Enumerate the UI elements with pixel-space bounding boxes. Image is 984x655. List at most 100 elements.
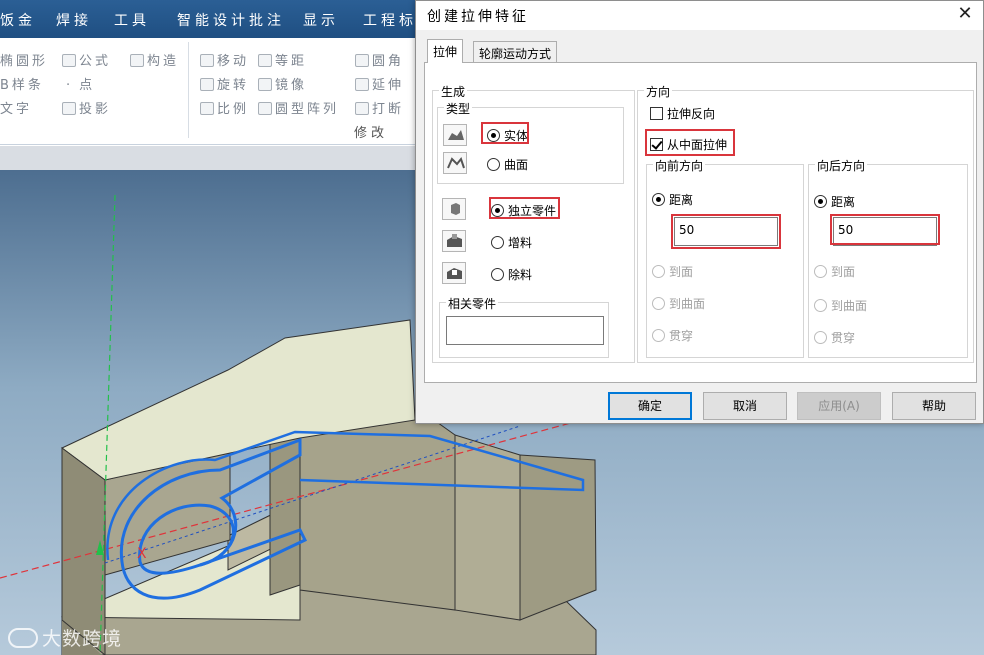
add-material-icon: [442, 230, 466, 252]
project-icon: [62, 102, 76, 115]
group-direction: 方向 拉伸反向 从中面拉伸 向前方向 距离 50 到面 到曲面 贯穿 向后方向 …: [637, 83, 974, 363]
highlight-mid-plane: [645, 129, 735, 156]
extend-icon: [355, 78, 369, 91]
radio-surface-dot[interactable]: [487, 158, 500, 171]
ribbon-offset[interactable]: 等距: [258, 50, 307, 69]
help-button[interactable]: 帮助: [892, 392, 976, 420]
apply-button: 应用(A): [797, 392, 881, 420]
ribbon-project[interactable]: 投影: [62, 98, 111, 117]
radio-add-material-dot[interactable]: [491, 236, 504, 249]
construct-icon: [130, 54, 144, 67]
ribbon-point[interactable]: · 点: [66, 74, 95, 93]
backward-radio-to-plane-label: 到面: [831, 265, 856, 279]
group-type: 类型 实体 曲面: [437, 100, 624, 184]
highlight-solid: [481, 122, 529, 144]
solid-icon: [443, 124, 467, 146]
checkbox-reverse-label: 拉伸反向: [667, 107, 716, 121]
dialog-titlebar[interactable]: 创建拉伸特征 ✕: [416, 1, 983, 30]
part-end-face: [519, 454, 597, 621]
forward-radio-to-plane-dot: [652, 265, 665, 278]
forward-radio-distance-label: 距离: [669, 193, 694, 207]
ribbon-formula[interactable]: 公式: [62, 50, 111, 69]
group-generate: 生成 类型 实体 曲面 独立零件 增料 除料 相关零件: [432, 83, 635, 363]
backward-radio-to-plane: 到面: [814, 263, 855, 280]
dialog-title: 创建拉伸特征: [427, 9, 529, 25]
ribbon-ellipse[interactable]: 椭圆形: [0, 50, 48, 69]
group-forward-title: 向前方向: [653, 157, 706, 174]
forward-radio-to-plane: 到面: [652, 263, 693, 280]
group-related-part-title: 相关零件: [446, 295, 499, 312]
move-icon: [200, 54, 214, 67]
checkbox-reverse-box[interactable]: [650, 107, 663, 120]
ribbon-fillet[interactable]: 圆角: [355, 50, 404, 69]
group-related-part: 相关零件: [439, 295, 609, 358]
radio-add-material[interactable]: 增料: [491, 234, 532, 251]
tab-profile-motion[interactable]: 轮廓运动方式: [473, 41, 558, 63]
ribbon-text[interactable]: 文字: [0, 98, 32, 117]
tab-extrude[interactable]: 拉伸: [427, 39, 464, 63]
menu-smart-annotation[interactable]: 智能设计批注: [177, 10, 285, 30]
ribbon-group-modify-label: 修改: [354, 126, 389, 141]
ribbon-construct[interactable]: 构造: [130, 50, 179, 69]
forward-radio-through-dot: [652, 329, 665, 342]
backward-radio-to-surface-label: 到曲面: [831, 299, 868, 313]
forward-radio-to-surface: 到曲面: [652, 295, 705, 312]
backward-radio-through: 贯穿: [814, 329, 855, 346]
menu-tools[interactable]: 工具: [114, 10, 150, 30]
checkbox-reverse[interactable]: 拉伸反向: [650, 105, 715, 122]
backward-radio-distance[interactable]: 距离: [814, 193, 855, 210]
ribbon-break[interactable]: 打断: [355, 98, 404, 117]
related-part-field[interactable]: [446, 316, 604, 345]
watermark-logo: [8, 628, 38, 648]
backward-radio-distance-label: 距离: [831, 195, 856, 209]
group-direction-title: 方向: [644, 83, 673, 100]
backward-radio-to-surface: 到曲面: [814, 297, 867, 314]
forward-radio-through: 贯穿: [652, 327, 693, 344]
scale-icon: [200, 102, 214, 115]
radio-remove-material[interactable]: 除料: [491, 266, 532, 283]
forward-radio-distance[interactable]: 距离: [652, 191, 693, 208]
radio-remove-material-dot[interactable]: [491, 268, 504, 281]
break-icon: [355, 102, 369, 115]
watermark: 大数跨境: [8, 624, 122, 651]
part-curved-face: [299, 409, 456, 611]
circular-array-icon: [258, 102, 272, 115]
mirror-icon: [258, 78, 272, 91]
backward-radio-through-dot: [814, 331, 827, 344]
forward-radio-through-label: 贯穿: [669, 329, 694, 343]
group-backward-title: 向后方向: [815, 157, 868, 174]
menu-display[interactable]: 显示: [303, 10, 339, 30]
cancel-button[interactable]: 取消: [703, 392, 787, 420]
backward-radio-to-plane-dot: [814, 265, 827, 278]
radio-surface[interactable]: 曲面: [487, 156, 528, 173]
ribbon-circular-array[interactable]: 圆型阵列: [258, 98, 339, 117]
part-right-face: [454, 434, 521, 621]
ribbon-move[interactable]: 移动: [200, 50, 249, 69]
backward-radio-distance-dot[interactable]: [814, 195, 827, 208]
ribbon-extend[interactable]: 延伸: [355, 74, 404, 93]
ribbon-separator: [188, 42, 189, 138]
forward-radio-to-surface-label: 到曲面: [669, 297, 706, 311]
ok-button[interactable]: 确定: [608, 392, 692, 420]
forward-radio-distance-dot[interactable]: [652, 193, 665, 206]
forward-radio-to-surface-dot: [652, 297, 665, 310]
ribbon-rotate[interactable]: 旋转: [200, 74, 249, 93]
tab-pane: 生成 类型 实体 曲面 独立零件 增料 除料 相关零件 方向 拉伸反向 从中面拉…: [424, 62, 977, 383]
remove-material-icon: [442, 262, 466, 284]
highlight-independent-part: [489, 197, 560, 219]
extrude-dialog: 创建拉伸特征 ✕ 拉伸 轮廓运动方式 生成 类型 实体 曲面 独立零件 增料 除…: [415, 0, 984, 424]
ribbon-scale[interactable]: 比例: [200, 98, 249, 117]
axis-x-label: X: [137, 546, 147, 562]
menu-sheetmetal[interactable]: 饭金: [0, 10, 36, 30]
ribbon-mirror[interactable]: 镜像: [258, 74, 307, 93]
close-icon[interactable]: ✕: [957, 5, 973, 23]
highlight-forward-distance: [671, 214, 781, 249]
radio-remove-material-label: 除料: [508, 268, 533, 282]
ribbon-bspline[interactable]: B样条: [0, 74, 44, 93]
menu-weld[interactable]: 焊接: [56, 10, 92, 30]
highlight-backward-distance: [830, 214, 940, 245]
backward-radio-through-label: 贯穿: [831, 331, 856, 345]
forward-radio-to-plane-label: 到面: [669, 265, 694, 279]
independent-part-icon: [442, 198, 466, 220]
radio-add-material-label: 增料: [508, 236, 533, 250]
